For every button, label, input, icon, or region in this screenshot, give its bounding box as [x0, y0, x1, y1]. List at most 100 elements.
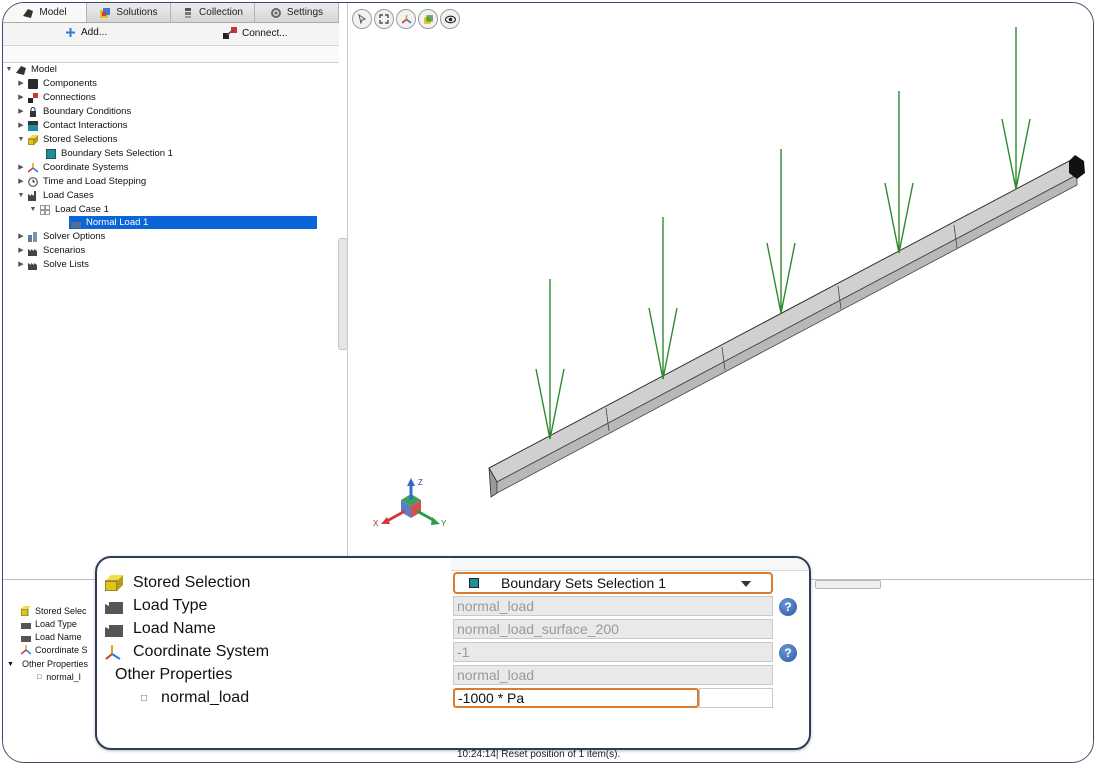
prop-row-normal-load[interactable]: □ normal_l: [37, 672, 81, 682]
expand-down-icon[interactable]: ▼: [7, 661, 14, 668]
panel-toolbar: Add... Connect...: [3, 23, 339, 46]
prop-row-stored-selection[interactable]: Stored Selec: [21, 606, 87, 616]
prop-label-load-type: Load Type: [105, 597, 207, 615]
grid-icon: [40, 204, 50, 215]
panel-splitter[interactable]: [338, 238, 348, 350]
filter-bar[interactable]: [3, 46, 339, 63]
beam-web: [496, 174, 1078, 494]
axis-label-z: Z: [418, 478, 423, 487]
tree-item-contact-interactions[interactable]: ▶ Contact Interactions: [17, 119, 128, 132]
tree-item-load-cases[interactable]: ▼ Load Cases: [17, 189, 94, 202]
tab-label: Solutions: [116, 7, 158, 18]
log-line: 10:24:14| Reset position of 1 item(s).: [457, 749, 621, 760]
expand-down-icon[interactable]: ▼: [17, 189, 25, 202]
tree-item-solve-lists[interactable]: ▶ Solve Lists: [17, 258, 89, 271]
expand-right-icon[interactable]: ▶: [17, 161, 25, 174]
expand-right-icon[interactable]: ▶: [17, 244, 25, 257]
selection-set-icon: [469, 578, 479, 588]
connections-icon: [28, 92, 38, 103]
tree-item-components[interactable]: ▶ Components: [17, 77, 97, 90]
properties-zoom-callout: Stored Selection Boundary Sets Selection…: [95, 556, 811, 750]
prop-row-other-properties[interactable]: ▼ Other Properties: [7, 659, 88, 669]
model-scene: [381, 27, 1085, 525]
factory-icon: [105, 602, 123, 614]
tree-label: Contact Interactions: [43, 120, 128, 131]
expand-right-icon[interactable]: ▶: [17, 105, 25, 118]
model-icon: [23, 8, 34, 18]
add-button[interactable]: Add...: [65, 27, 107, 38]
viewport-3d[interactable]: Z X Y: [349, 3, 1093, 578]
tree-label: Connections: [43, 92, 96, 103]
stored-selection-icon: [105, 575, 123, 591]
tree-item-boundary-conditions[interactable]: ▶ Boundary Conditions: [17, 105, 131, 118]
tree-item-scenarios[interactable]: ▶ Scenarios: [17, 244, 85, 257]
tab-collection[interactable]: Collection: [171, 3, 255, 22]
tree-item-normal-load-1[interactable]: Normal Load 1: [69, 216, 317, 229]
factory-icon: [21, 623, 31, 629]
tree-label: Normal Load 1: [86, 217, 149, 228]
solutions-icon: [100, 7, 111, 18]
collection-icon: [185, 7, 192, 18]
tree-item-solver-options[interactable]: ▶ Solver Options: [17, 230, 105, 243]
expand-right-icon[interactable]: ▶: [17, 258, 25, 271]
column-header: [451, 558, 809, 571]
tree-label: Boundary Conditions: [43, 106, 132, 117]
tree-label: Time and Load Stepping: [43, 176, 147, 187]
expand-down-icon[interactable]: ▼: [29, 203, 37, 216]
bullet-icon: □: [141, 692, 148, 704]
factory-icon: [105, 625, 123, 637]
tree-item-stored-selections[interactable]: ▼ Stored Selections: [17, 133, 118, 146]
orientation-triad: [381, 478, 440, 525]
tree-label: Solve Lists: [43, 259, 89, 270]
tree-item-connections[interactable]: ▶ Connections: [17, 91, 96, 104]
tree-label: Solver Options: [43, 231, 106, 242]
connect-button[interactable]: Connect...: [223, 27, 288, 39]
contact-icon: [28, 120, 38, 131]
beam-flange[interactable]: [488, 160, 1078, 483]
prop-row-load-type[interactable]: Load Type: [21, 619, 77, 629]
prop-label-load-name: Load Name: [105, 620, 216, 638]
tree-item-boundary-sets-selection[interactable]: Boundary Sets Selection 1: [43, 147, 173, 160]
stored-selection-icon: [28, 134, 38, 145]
panel-tabs: Model Solutions Collection Settings: [3, 3, 339, 23]
expand-right-icon[interactable]: ▶: [17, 77, 25, 90]
tree-label: Components: [43, 78, 97, 89]
tab-solutions[interactable]: Solutions: [87, 3, 171, 22]
tab-label: Settings: [286, 7, 324, 18]
stored-selection-dropdown[interactable]: Boundary Sets Selection 1: [453, 572, 773, 594]
expand-down-icon[interactable]: ▼: [17, 133, 25, 146]
expand-right-icon[interactable]: ▶: [17, 91, 25, 104]
chevron-down-icon[interactable]: [741, 581, 751, 587]
tree-item-load-case-1[interactable]: ▼ Load Case 1: [29, 203, 109, 216]
stored-selection-value: Boundary Sets Selection 1: [501, 575, 666, 591]
tree-label: Load Case 1: [55, 204, 109, 215]
other-properties-field: normal_load: [453, 665, 773, 685]
scenario-icon: [28, 248, 37, 256]
load-type-help-icon[interactable]: ?: [779, 598, 797, 616]
bullet-icon: □: [37, 673, 42, 681]
factory-icon: [28, 190, 36, 201]
normal-load-input[interactable]: -1000 * Pa: [453, 688, 699, 708]
axis-label-y: Y: [441, 519, 447, 528]
tree-item-model[interactable]: ▼ Model: [5, 63, 57, 76]
prop-row-load-name[interactable]: Load Name: [21, 632, 82, 642]
expand-right-icon[interactable]: ▶: [17, 230, 25, 243]
expand-down-icon[interactable]: ▼: [5, 63, 13, 76]
tab-settings[interactable]: Settings: [255, 3, 339, 22]
tree-label: Coordinate Systems: [43, 162, 129, 173]
expand-right-icon[interactable]: ▶: [17, 119, 25, 132]
plus-icon: [66, 28, 75, 37]
expand-right-icon[interactable]: ▶: [17, 175, 25, 188]
connect-icon: [223, 27, 237, 39]
tab-model[interactable]: Model: [3, 3, 87, 22]
stored-selection-icon: [21, 606, 31, 616]
coordinate-system-field: -1: [453, 642, 773, 662]
factory-icon: [21, 636, 31, 642]
tree-item-time-load-stepping[interactable]: ▶ Time and Load Stepping: [17, 175, 146, 188]
app-window: Model Solutions Collection Settings Add.…: [2, 2, 1094, 763]
prop-row-coordinate-system[interactable]: Coordinate S: [21, 645, 88, 655]
horizontal-scrollbar[interactable]: [815, 580, 881, 589]
tree-item-coordinate-systems[interactable]: ▶ Coordinate Systems: [17, 161, 129, 174]
model-icon: [16, 65, 26, 75]
coordinate-system-help-icon[interactable]: ?: [779, 644, 797, 662]
